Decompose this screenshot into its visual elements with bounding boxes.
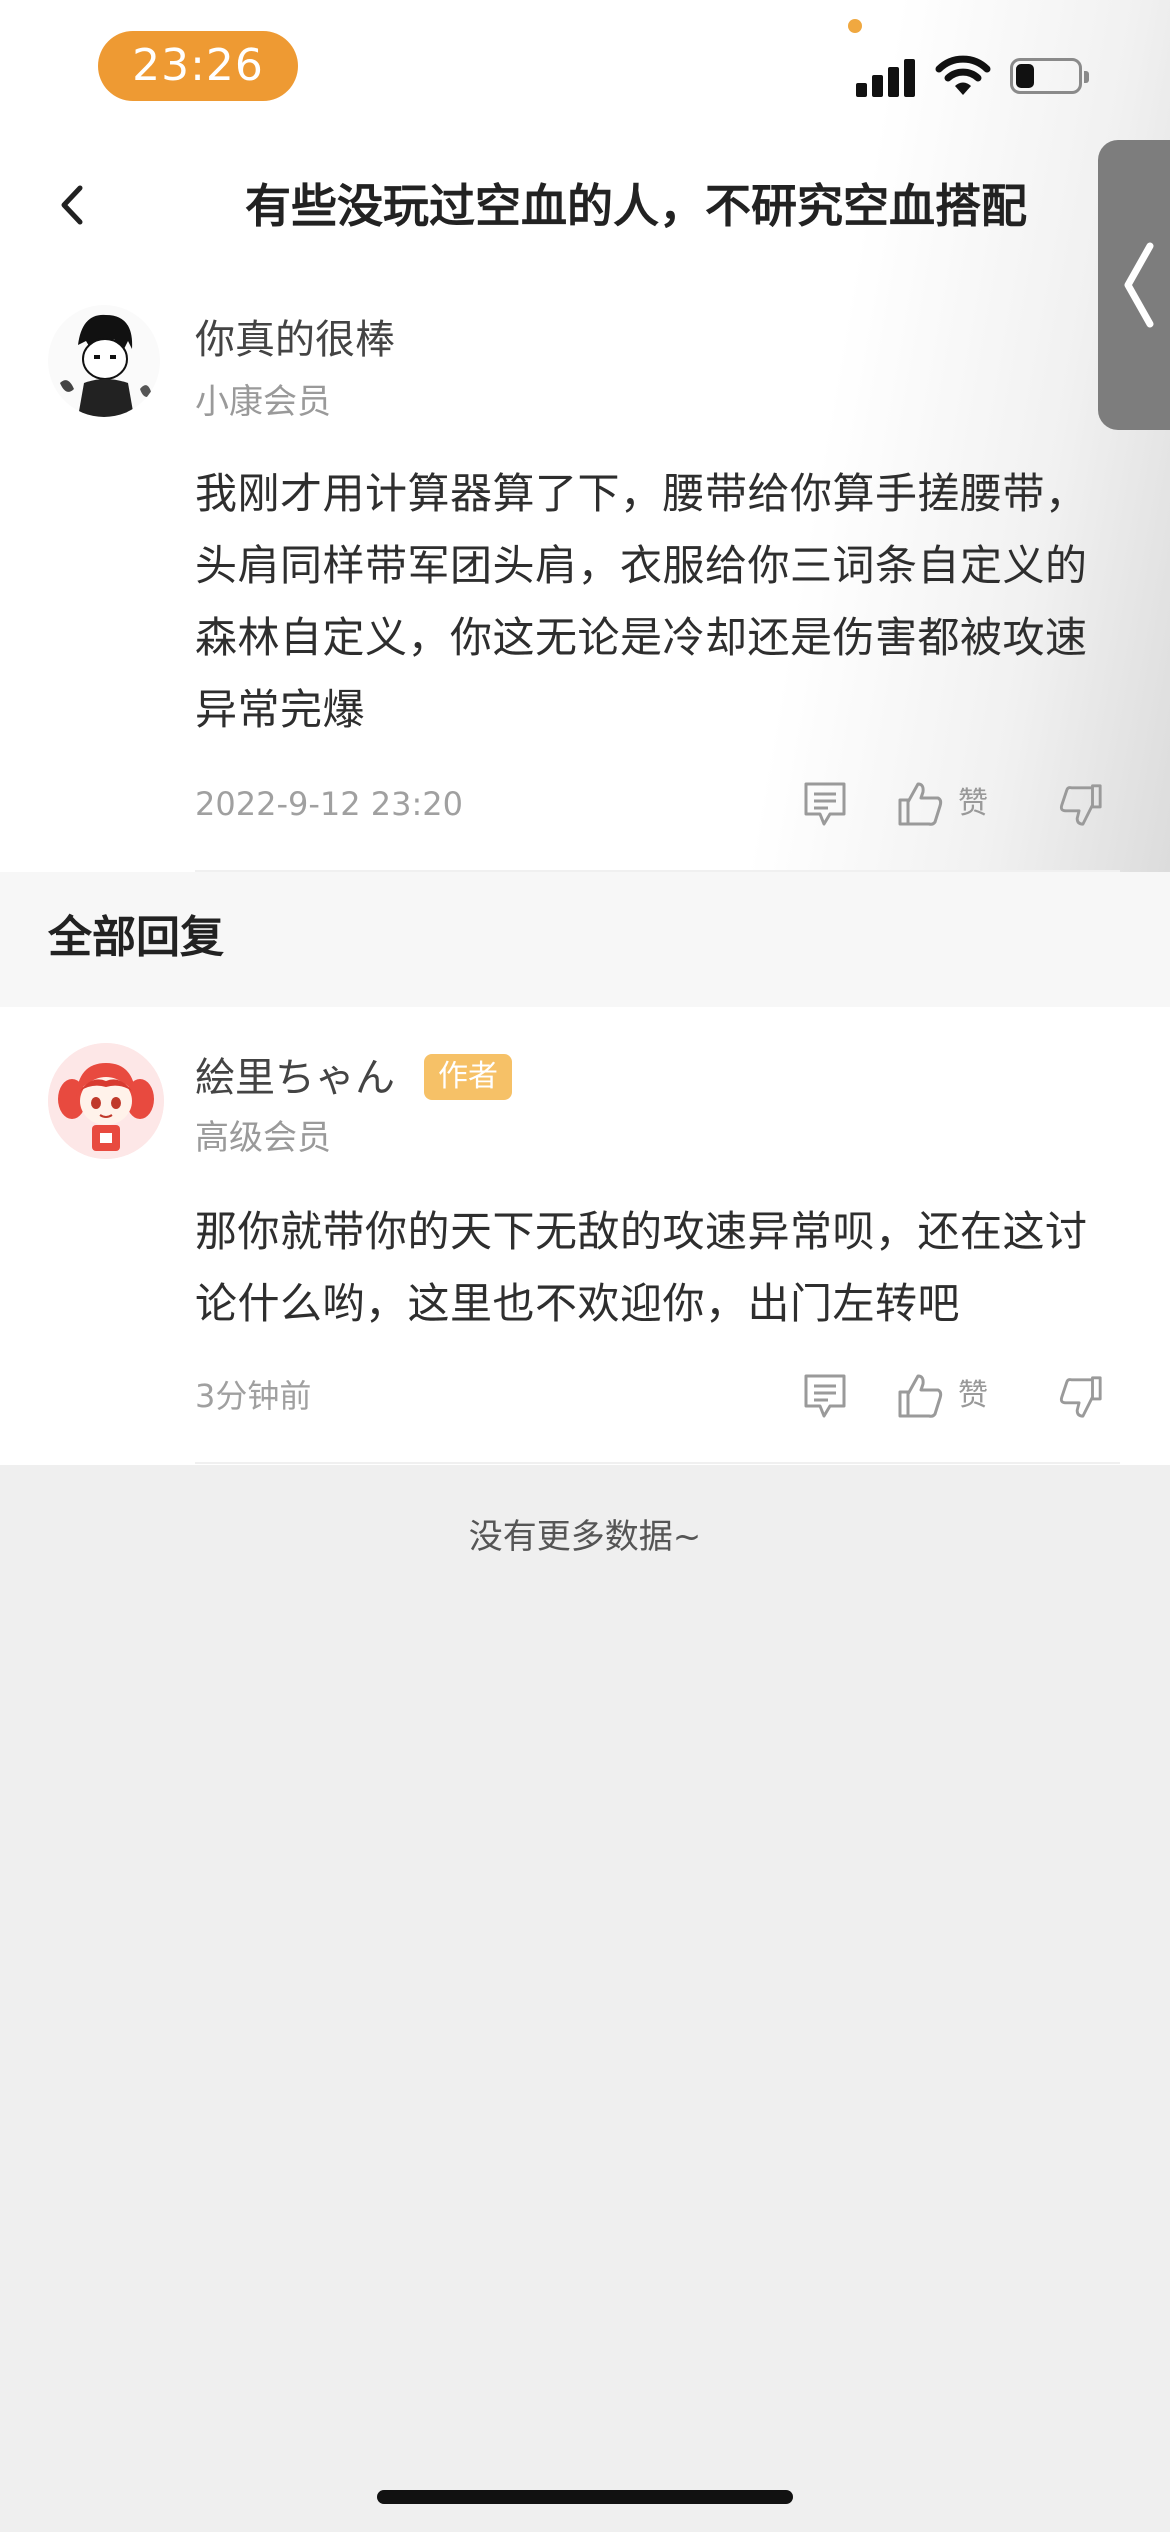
- comment-timestamp: 2022-9-12 23:20: [195, 785, 463, 823]
- reply-text: 那你就带你的天下无敌的攻速异常呗，还在这讨论什么哟，这里也不欢迎你，出门左转吧: [195, 1207, 1088, 1328]
- author-badge: 作者: [424, 1054, 512, 1100]
- comment-text: 我刚才用计算器算了下，腰带给你算手搓腰带，头肩同样带军团头肩，衣服给你三词条自定…: [195, 469, 1088, 734]
- reply-divider: [195, 1462, 1120, 1464]
- like-label[interactable]: 赞: [958, 784, 988, 824]
- member-level: 小康会员: [195, 382, 331, 422]
- no-more-data-text: 没有更多数据~: [468, 1517, 702, 1557]
- reply-username[interactable]: 絵里ちゃん: [195, 1052, 395, 1104]
- comment-divider: [195, 870, 1120, 872]
- reply-like-label[interactable]: 赞: [958, 1376, 988, 1416]
- reply-avatar[interactable]: [48, 1043, 164, 1159]
- reply-comment-icon[interactable]: [802, 780, 848, 828]
- status-time: 23:26: [98, 31, 298, 101]
- reply-comment-icon[interactable]: [802, 1372, 848, 1420]
- side-drawer-handle[interactable]: [1098, 140, 1170, 430]
- thumbs-down-icon[interactable]: [1058, 782, 1104, 828]
- thumbs-up-icon[interactable]: [896, 1372, 944, 1420]
- comment-username[interactable]: 你真的很棒: [195, 314, 395, 366]
- privacy-indicator-dot: [848, 19, 862, 33]
- thumbs-up-icon[interactable]: [896, 780, 944, 828]
- home-indicator[interactable]: [377, 2490, 793, 2504]
- battery-icon: [1010, 58, 1089, 94]
- wifi-icon: [935, 55, 991, 95]
- page-title: 有些没玩过空血的人，不研究空血搭配: [245, 179, 1027, 233]
- back-button[interactable]: [48, 180, 98, 230]
- reply-member-level: 高级会员: [195, 1118, 331, 1158]
- reply-avatar-image: [48, 1043, 164, 1159]
- avatar[interactable]: [48, 305, 160, 417]
- chevron-left-icon: [1124, 242, 1154, 328]
- cellular-signal-icon: [856, 57, 916, 97]
- user-avatar-image: [48, 305, 160, 417]
- reply-timestamp: 3分钟前: [195, 1377, 312, 1415]
- thumbs-down-icon[interactable]: [1058, 1374, 1104, 1420]
- replies-section-title: 全部回复: [48, 912, 224, 963]
